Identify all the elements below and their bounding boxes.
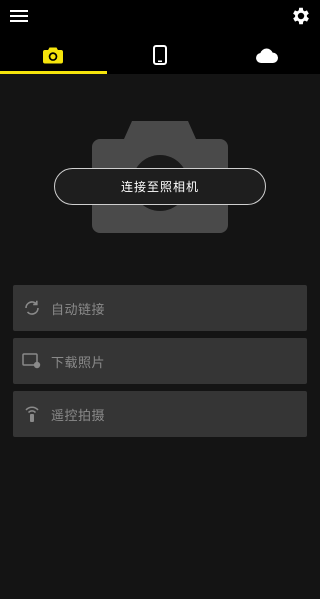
menu-icon-line bbox=[10, 10, 28, 12]
connect-to-camera-button[interactable]: 连接至照相机 bbox=[54, 168, 266, 205]
sync-icon bbox=[25, 300, 39, 315]
top-bar bbox=[0, 0, 320, 74]
feature-label: 遥控拍摄 bbox=[51, 408, 106, 424]
feature-remote-shooting[interactable]: 遥控拍摄 bbox=[13, 391, 307, 437]
menu-icon-line bbox=[10, 15, 28, 17]
gear-icon bbox=[293, 7, 309, 25]
feature-label: 下载照片 bbox=[51, 355, 106, 371]
remote-shooting-icon bbox=[25, 406, 39, 422]
feature-auto-link[interactable]: 自动链接 bbox=[13, 285, 307, 331]
tab-camera[interactable] bbox=[0, 36, 106, 74]
cloud-icon bbox=[256, 48, 278, 63]
tab-cloud[interactable] bbox=[214, 36, 320, 74]
camera-icon bbox=[43, 47, 63, 63]
feature-label: 自动链接 bbox=[51, 302, 106, 318]
menu-icon-line bbox=[10, 20, 28, 22]
connect-button-label: 连接至照相机 bbox=[120, 180, 199, 194]
settings-button[interactable] bbox=[290, 5, 312, 27]
tab-smartphone[interactable] bbox=[107, 36, 213, 74]
menu-button[interactable] bbox=[8, 6, 30, 26]
download-photo-icon bbox=[22, 353, 41, 369]
smartphone-icon bbox=[153, 45, 167, 65]
feature-download-photos[interactable]: 下载照片 bbox=[13, 338, 307, 384]
